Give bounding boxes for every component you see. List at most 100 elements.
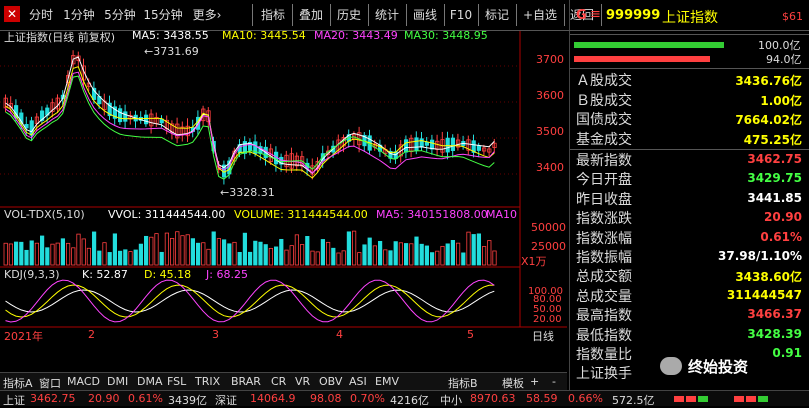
watermark-text: 终始投资 — [688, 358, 749, 376]
vol-unit: X1万 — [521, 255, 547, 268]
mark-button[interactable]: 标记 — [480, 3, 514, 27]
quote-label: 总成交量 — [576, 288, 632, 305]
divider — [570, 34, 809, 35]
quote-value: 1.00亿 — [760, 93, 802, 108]
volume-bar — [331, 247, 336, 266]
volume-bar — [320, 239, 326, 266]
history-button[interactable]: 历史 — [332, 3, 366, 27]
volume-bar — [24, 249, 29, 266]
indicator-tab[interactable]: OBV — [319, 375, 342, 388]
f10-button[interactable]: F10 — [446, 3, 476, 27]
volume-bar — [92, 231, 97, 266]
volume-bar — [195, 242, 201, 266]
volume-bar — [315, 251, 320, 266]
volume-bar — [284, 249, 289, 266]
vol-ma5-label: MA5: 340151808.00 — [376, 208, 488, 221]
volume-bar — [159, 251, 164, 266]
overlay-button[interactable]: 叠加 — [294, 3, 328, 27]
draw-line-button[interactable]: 画线 — [408, 3, 442, 27]
price-tick-3400: 3400 — [536, 161, 564, 174]
status-item: 572.5亿 — [612, 394, 655, 407]
candle-body — [476, 145, 482, 151]
volume-bar — [273, 246, 279, 266]
menu-icon[interactable]: ≡ — [590, 7, 601, 22]
breadth-bar — [746, 396, 756, 402]
volume-bar — [206, 248, 211, 266]
tab-more[interactable]: 更多› — [186, 3, 228, 27]
indicator-b-tab[interactable]: 模板 — [502, 375, 524, 391]
indicator-b-tab[interactable]: - — [552, 375, 556, 388]
stock-header: G ≡ 999999 上证指数 $61 — [570, 7, 809, 30]
low-value: 3328.31 — [229, 186, 275, 199]
quote-label: 指数振幅 — [576, 250, 632, 266]
volume-bar — [76, 233, 81, 266]
volume-bar — [341, 250, 346, 266]
status-item: 上证 — [3, 394, 25, 407]
quote-label: 最新指数 — [576, 153, 632, 169]
quote-label: 昨日收盘 — [576, 191, 632, 208]
stats-button[interactable]: 统计 — [370, 3, 404, 27]
volume-bar — [445, 243, 450, 266]
close-icon[interactable]: ✕ — [4, 6, 20, 22]
moving-average-line — [5, 71, 495, 174]
period-label[interactable]: 日线 — [532, 328, 554, 344]
indicator-tab[interactable]: 指标A — [3, 375, 33, 391]
volume-bar — [19, 241, 24, 266]
indicator-button[interactable]: 指标 — [256, 3, 290, 27]
volume-bar — [34, 242, 40, 266]
volume-bar — [123, 249, 128, 266]
volume-bar — [237, 251, 242, 266]
kline-chart-svg — [0, 31, 567, 328]
volume-bar — [247, 251, 253, 266]
tab-15min[interactable]: 15分钟 — [142, 3, 184, 27]
volume-bar — [388, 250, 393, 266]
volume-bar — [471, 234, 476, 266]
volume-bar — [55, 242, 60, 266]
volume-bar — [325, 241, 331, 266]
volume-bar — [227, 243, 232, 266]
indicator-tab[interactable]: BRAR — [231, 375, 261, 388]
high-annotation: ←3731.69 — [144, 45, 199, 58]
quote-value: 0.61% — [760, 229, 802, 244]
indicator-tab[interactable]: ASI — [349, 375, 367, 388]
status-item: 20.90 — [88, 392, 120, 405]
status-item: 3462.75 — [30, 392, 76, 405]
kdj-j-label: J: 68.25 — [206, 268, 248, 281]
volume-bar — [60, 238, 66, 266]
volume-label: VOLUME: 311444544.00 — [234, 208, 368, 221]
status-item: 0.66% — [568, 392, 603, 405]
volume-bar — [258, 241, 263, 266]
volume-bar — [143, 235, 149, 266]
wechat-icon — [660, 357, 682, 375]
indicator-tab[interactable]: TRIX — [195, 375, 220, 388]
indicator-tab[interactable]: DMI — [107, 375, 128, 388]
indicator-tab[interactable]: DMA — [137, 375, 163, 388]
volume-bar — [466, 231, 471, 266]
tab-1min[interactable]: 1分钟 — [60, 3, 98, 27]
candle-body — [419, 138, 424, 148]
tab-intraday[interactable]: 分时 — [26, 3, 56, 27]
candle-body — [414, 137, 419, 151]
quote-label: 上证换手 — [576, 366, 632, 383]
kdj-k-label: K: 52.87 — [82, 268, 128, 281]
kdj-tick-20: 20.00 — [533, 314, 562, 325]
indicator-tab[interactable]: MACD — [67, 375, 100, 388]
indicator-tab[interactable]: CR — [271, 375, 286, 388]
add-watchlist-button[interactable]: +自选 — [518, 3, 562, 27]
quote-value: 475.25亿 — [743, 132, 802, 147]
indicator-tabs: 指标A 窗口 MACD DMI DMA FSL TRIX BRAR CR VR OBV ASI EMV 指… — [0, 372, 567, 391]
volume-bar — [372, 245, 378, 266]
quote-value: 7664.02亿 — [735, 113, 802, 127]
indicator-b-tab[interactable]: 指标B — [448, 375, 478, 391]
volume-bar — [133, 249, 138, 266]
indicator-tab[interactable]: VR — [295, 375, 310, 388]
chart-area[interactable]: 上证指数(日线 前复权) MA5: 3438.55 MA10: 3445.54 … — [0, 29, 567, 407]
volume-bar — [138, 243, 143, 266]
indicator-tab[interactable]: FSL — [167, 375, 186, 388]
indicator-tab[interactable]: 窗口 — [39, 375, 61, 391]
indicator-tab[interactable]: EMV — [375, 375, 399, 388]
tab-5min[interactable]: 5分钟 — [101, 3, 139, 27]
indicator-b-tab[interactable]: + — [530, 375, 539, 388]
date-2021: 2021年 — [4, 330, 43, 343]
candle-body — [445, 137, 450, 153]
